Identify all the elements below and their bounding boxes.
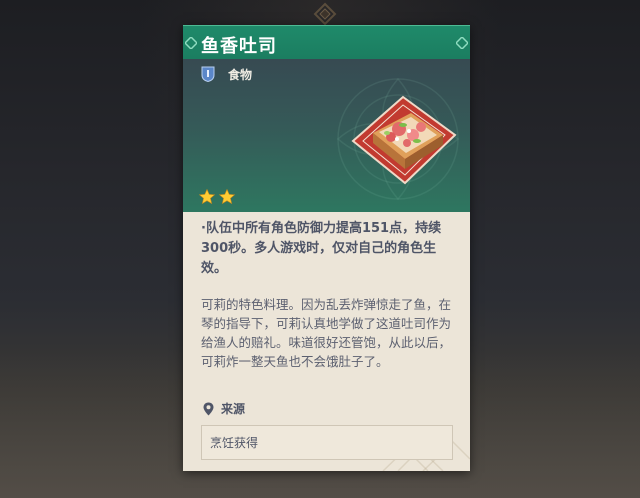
card-header: 鱼香吐司 xyxy=(183,25,470,60)
item-description: 可莉的特色料理。因为乱丢炸弹惊走了鱼，在琴的指导下，可莉认真地学做了这道吐司作为… xyxy=(201,297,452,369)
diamond-ornament-icon xyxy=(313,2,337,26)
source-label: 来源 xyxy=(221,402,246,416)
location-pin-icon xyxy=(203,402,214,416)
source-item-cooking: 烹饪获得 xyxy=(210,436,259,450)
item-title: 鱼香吐司 xyxy=(201,36,277,57)
header-diamond-right-icon xyxy=(456,37,468,49)
header-diamond-left-icon xyxy=(185,37,197,49)
rarity-stars xyxy=(199,189,236,205)
food-shield-icon xyxy=(201,66,215,82)
star-icon xyxy=(218,189,236,205)
source-item-box[interactable]: 烹饪获得 xyxy=(201,425,453,460)
item-body: ·队伍中所有角色防御力提高151点，持续300秒。多人游戏时，仅对自己的角色生效… xyxy=(183,212,470,471)
star-icon xyxy=(199,189,216,205)
item-detail-card: 鱼香吐司 食物 ·队伍中所有角色防御力提高151点，持续300秒。多人游戏时，仅… xyxy=(183,25,470,471)
item-type-label: 食物 xyxy=(228,68,253,82)
item-effect: ·队伍中所有角色防御力提高151点，持续300秒。多人游戏时，仅对自己的角色生效… xyxy=(201,221,442,276)
item-hero-panel: 食物 xyxy=(183,59,470,212)
fish-toast-image xyxy=(351,95,457,185)
